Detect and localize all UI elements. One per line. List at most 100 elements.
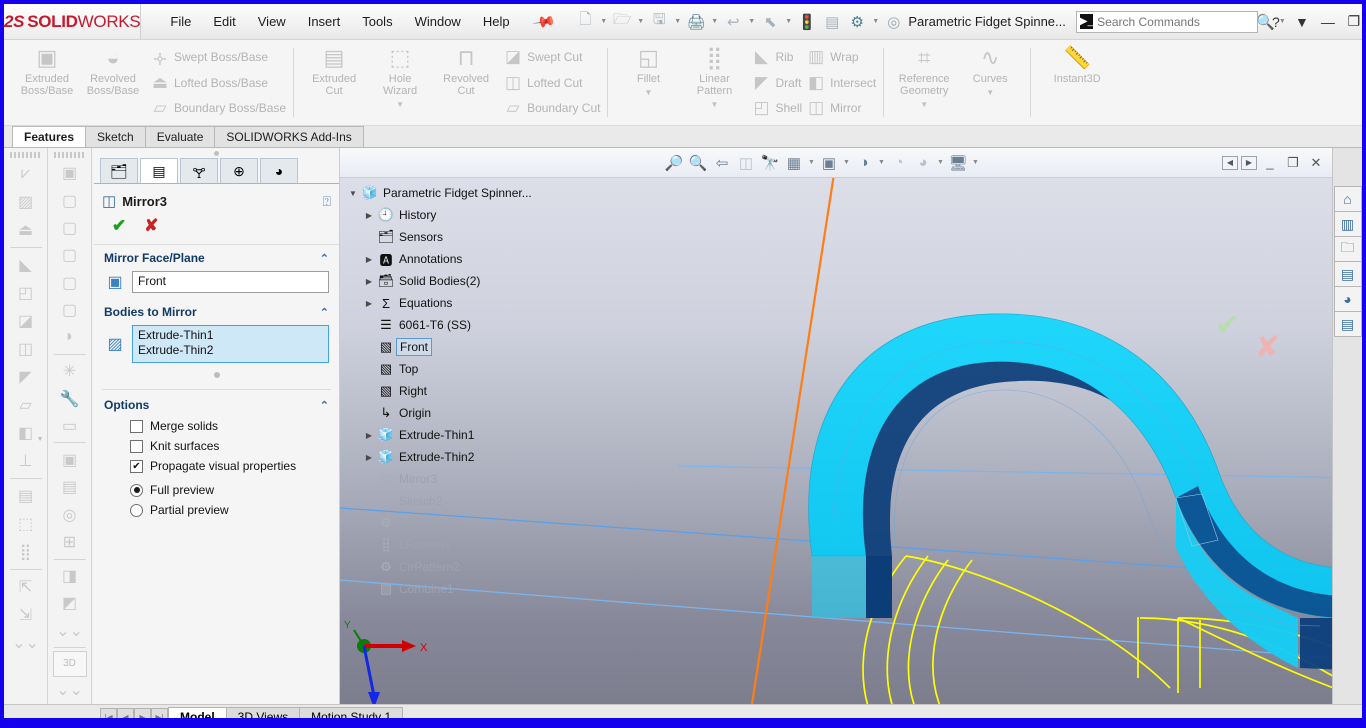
solidworks-resources-icon[interactable]: ⌂	[1334, 186, 1362, 212]
options-chevron-icon[interactable]: ▼	[870, 18, 881, 25]
configuration-manager-tab[interactable]: 🝖	[180, 158, 218, 183]
extruded-cut-button[interactable]: ▤ ExtrudedCut	[301, 40, 367, 125]
tree-row-sensors[interactable]: 🗂 Sensors	[362, 226, 535, 248]
viewport-cancel-icon[interactable]: ✘	[1255, 330, 1280, 365]
options-chevron-icon[interactable]: ⌃	[320, 399, 329, 412]
property-manager-tab[interactable]: ▤	[140, 158, 178, 183]
view-settings-icon[interactable]: ◕	[911, 150, 935, 176]
tree-row-right-plane[interactable]: ▧ Right	[362, 380, 535, 402]
fillet-button[interactable]: ◱ Fillet ▼	[615, 40, 681, 125]
boundary-boss-base-button[interactable]: ▱ Boundary Boss/Base	[146, 96, 286, 122]
edit-sketch-icon[interactable]: 🔧	[52, 385, 88, 412]
solid-bodies-arrow-icon[interactable]: ▶	[362, 277, 376, 286]
tree-row-annotations[interactable]: ▶ 🅰 Annotations	[362, 248, 535, 270]
features-toolbar-expand-icon[interactable]: ⌄⌄	[8, 629, 44, 657]
cut-extrude-icon[interactable]: ▤	[52, 474, 88, 501]
bodies-list-item-2[interactable]: Extrude-Thin2	[138, 343, 323, 358]
tree-row-front-plane[interactable]: ▧ Front	[362, 336, 535, 358]
hide-show-items-icon[interactable]: ▣	[817, 150, 841, 176]
tab-last-button[interactable]: ▶|	[151, 708, 168, 718]
cancel-button[interactable]: ✘	[144, 216, 158, 236]
options-header[interactable]: Options ⌃	[94, 392, 339, 416]
shell-tool-icon[interactable]: ◰	[8, 279, 44, 307]
file-properties-icon[interactable]: ▤	[820, 9, 844, 35]
tree-row-lpattern1[interactable]: ⣿ LPattern1	[362, 534, 535, 556]
help-chevron-icon[interactable]: ▼	[1290, 9, 1314, 35]
instant3d-toggle-icon[interactable]: 3D	[53, 651, 87, 676]
annotations-arrow-icon[interactable]: ▶	[362, 255, 376, 264]
tree-row-cirpattern2[interactable]: ⚙ CirPattern2	[362, 556, 535, 578]
tab-next-button[interactable]: ▶	[134, 708, 151, 718]
bottom-tab-model[interactable]: Model	[168, 707, 227, 718]
bodies-to-mirror-header[interactable]: Bodies to Mirror ⌃	[94, 299, 339, 323]
panel-gripper[interactable]	[94, 148, 339, 158]
partial-preview-row[interactable]: Partial preview	[94, 500, 339, 520]
hole-wizard-chevron-icon[interactable]: ▼	[396, 99, 404, 111]
knit-surfaces-checkbox[interactable]	[130, 440, 143, 453]
document-close-button[interactable]: ✕	[1306, 154, 1326, 172]
tree-row-top-plane[interactable]: ▧ Top	[362, 358, 535, 380]
rib-tool-icon[interactable]: ◣	[8, 251, 44, 279]
toolbar-gripper[interactable]	[10, 152, 42, 158]
tree-row-origin[interactable]: ↳ Origin	[362, 402, 535, 424]
swept-boss-base-button[interactable]: 🝊 Swept Boss/Base	[146, 44, 286, 70]
wrap-chevron-icon[interactable]: ▼	[37, 436, 44, 443]
tree-row-material[interactable]: ☰ 6061-T6 (SS)	[362, 314, 535, 336]
isometric-view-icon[interactable]: ▣	[52, 160, 88, 187]
merge-solids-row[interactable]: Merge solids	[94, 416, 339, 436]
new-document-chevron-icon[interactable]: ▼	[598, 18, 609, 25]
apply-scene-icon[interactable]: ◔	[887, 150, 911, 176]
viewport-confirm-icon[interactable]: ✔	[1215, 308, 1240, 343]
draft-tool-icon[interactable]: ◤	[8, 363, 44, 391]
equations-arrow-icon[interactable]: ▶	[362, 299, 376, 308]
propagate-visual-properties-row[interactable]: ✔ Propagate visual properties	[94, 456, 339, 476]
intersect-button[interactable]: ◧ Intersect	[802, 70, 876, 96]
mirror-face-plane-header[interactable]: Mirror Face/Plane ⌃	[94, 245, 339, 269]
wrap-button[interactable]: ▥ Wrap	[802, 44, 876, 70]
back-view-icon[interactable]: ▢	[52, 214, 88, 241]
next-document-button[interactable]: ▶	[1241, 156, 1257, 170]
revolved-boss-base-button[interactable]: ◒ RevolvedBoss/Base	[80, 40, 146, 125]
swept-cut-button[interactable]: ◪ Swept Cut	[499, 44, 600, 70]
bottom-tab-motion-study[interactable]: Motion Study 1	[299, 707, 403, 718]
menu-file[interactable]: File	[159, 10, 202, 33]
right-view-icon[interactable]: ▢	[52, 269, 88, 296]
extruded-boss-base-button[interactable]: ▣ ExtrudedBoss/Base	[14, 40, 80, 125]
boundary-cut-button[interactable]: ▱ Boundary Cut	[499, 95, 600, 121]
fillet-chevron-icon[interactable]: ▼	[645, 87, 653, 99]
tab-first-button[interactable]: |◀	[100, 708, 117, 718]
menu-tools[interactable]: Tools	[351, 10, 403, 33]
view-toolbar-gripper[interactable]	[54, 152, 86, 158]
mirror-face-plane-chevron-icon[interactable]: ⌃	[320, 252, 329, 265]
move-body-tool-icon[interactable]: ⇱	[8, 573, 44, 601]
lofted-cut-button[interactable]: ◫ Lofted Cut	[499, 70, 600, 96]
left-view-icon[interactable]: ▢	[52, 242, 88, 269]
bodies-to-mirror-chevron-icon[interactable]: ⌃	[320, 306, 329, 319]
revolve-boss-icon2[interactable]: ◎	[52, 501, 88, 528]
hole-wizard-button[interactable]: ⬚ HoleWizard ▼	[367, 40, 433, 125]
swept-cut-tool-icon[interactable]: ◪	[8, 307, 44, 335]
search-commands-box[interactable]: ▶_ 🔍 ▼	[1076, 11, 1258, 33]
top-view-icon[interactable]: ▢	[52, 296, 88, 323]
instant3d-expand-icon[interactable]: ⌄⌄	[52, 677, 88, 704]
maximize-button[interactable]: ❐	[1342, 9, 1362, 35]
tree-row-extrude-thin2[interactable]: ▶ 🧊 Extrude-Thin2	[362, 446, 535, 468]
mirror-face-plane-input[interactable]: Front	[132, 271, 329, 293]
new-sketch-icon[interactable]: ✳	[52, 358, 88, 385]
partial-preview-radio[interactable]	[130, 504, 143, 517]
previous-view-icon[interactable]: ⇦	[710, 150, 734, 176]
tab-prev-button[interactable]: ◀	[117, 708, 134, 718]
rebuild-icon[interactable]: 🚦	[795, 9, 819, 35]
tab-sketch[interactable]: Sketch	[85, 126, 146, 147]
pattern-icon2[interactable]: ⊞	[52, 528, 88, 555]
file-explorer-icon[interactable]: 🗀	[1334, 236, 1362, 262]
reference-geometry-button[interactable]: ⌗ ReferenceGeometry ▼	[891, 40, 957, 125]
options-gear-icon[interactable]: ⚙	[845, 9, 869, 35]
tree-row-solid-bodies[interactable]: ▶ 🗃 Solid Bodies(2)	[362, 270, 535, 292]
zoom-to-area-icon[interactable]: 🔍	[686, 150, 710, 176]
revolved-cut-button[interactable]: ⊓ RevolvedCut	[433, 40, 499, 125]
graphics-area[interactable]: X Z Y 🔎 🔍 ⇦ ◫ 🔭 ▦ ▼ ▣ ▼	[340, 148, 1332, 704]
linear-pattern-chevron-icon[interactable]: ▼	[711, 99, 719, 111]
merge-solids-checkbox[interactable]	[130, 420, 143, 433]
lofted-cut-tool-icon[interactable]: ◫	[8, 335, 44, 363]
